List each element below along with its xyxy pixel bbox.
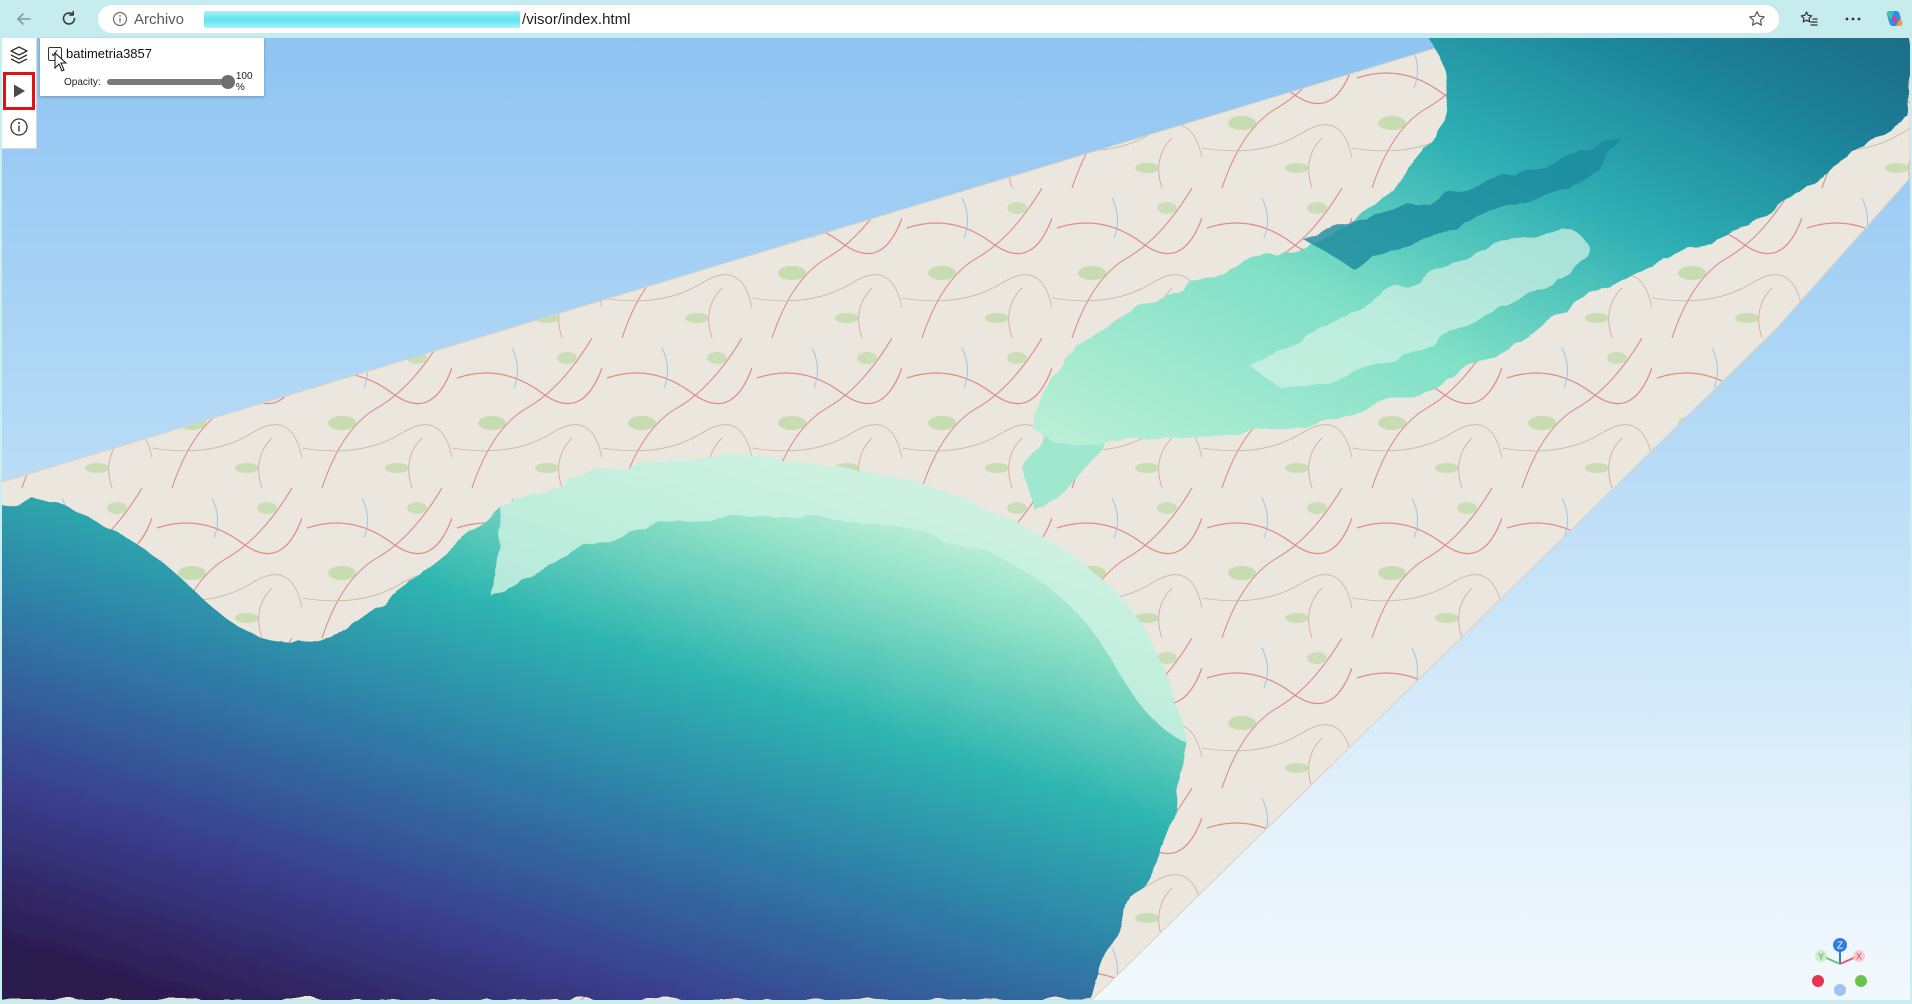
play-icon xyxy=(14,84,25,98)
terrain-scene xyxy=(2,38,1910,1000)
arrow-left-icon xyxy=(17,13,31,25)
layers-icon xyxy=(10,46,28,64)
copilot-icon xyxy=(1886,11,1903,26)
layers-tool-button[interactable] xyxy=(2,38,36,72)
more-options-button[interactable] xyxy=(1839,5,1867,33)
map-3d-viewport[interactable]: Z Y X xyxy=(2,38,1910,1000)
favorites-list-icon xyxy=(1800,11,1818,26)
gizmo-label-z: Z xyxy=(1837,941,1843,952)
redacted-url-segment xyxy=(204,10,521,28)
gizmo-label-y: Y xyxy=(1818,952,1824,962)
refresh-icon xyxy=(62,10,76,25)
opacity-slider-thumb[interactable] xyxy=(220,75,235,89)
favorites-button[interactable] xyxy=(1795,5,1823,33)
viewer-toolbar xyxy=(2,38,37,149)
gizmo-label-x: X xyxy=(1856,952,1862,962)
site-info-button[interactable]: Archivo xyxy=(112,11,184,28)
axis-gizmo[interactable]: Z Y X xyxy=(1800,934,1880,1000)
opacity-label: Opacity: xyxy=(64,76,101,88)
browser-toolbar: Archivo /visor/index.html xyxy=(0,0,1912,38)
favorite-button[interactable] xyxy=(1747,9,1767,34)
mouse-cursor-icon xyxy=(54,52,68,72)
opacity-slider[interactable] xyxy=(106,75,235,89)
layer-name: batimetria3857 xyxy=(66,46,152,61)
opacity-slider-fill xyxy=(106,79,228,85)
address-scheme-label: Archivo xyxy=(134,10,185,28)
address-bar[interactable]: Archivo /visor/index.html xyxy=(98,5,1779,33)
info-icon xyxy=(10,118,28,136)
layer-switcher-panel: ✓ batimetria3857 Opacity: 100 % xyxy=(40,38,264,96)
star-icon xyxy=(1749,11,1765,26)
address-url-text: /visor/index.html xyxy=(522,10,631,28)
info-circle-icon xyxy=(112,11,128,27)
opacity-value: 100 % xyxy=(235,71,253,93)
layer-opacity-control: Opacity: 100 % xyxy=(64,71,264,93)
more-dots-icon xyxy=(1845,17,1861,21)
copilot-button[interactable] xyxy=(1880,5,1908,33)
back-button[interactable] xyxy=(10,5,38,33)
refresh-button[interactable] xyxy=(55,5,83,33)
play-tool-button[interactable] xyxy=(3,72,35,110)
info-tool-button[interactable] xyxy=(2,110,36,144)
